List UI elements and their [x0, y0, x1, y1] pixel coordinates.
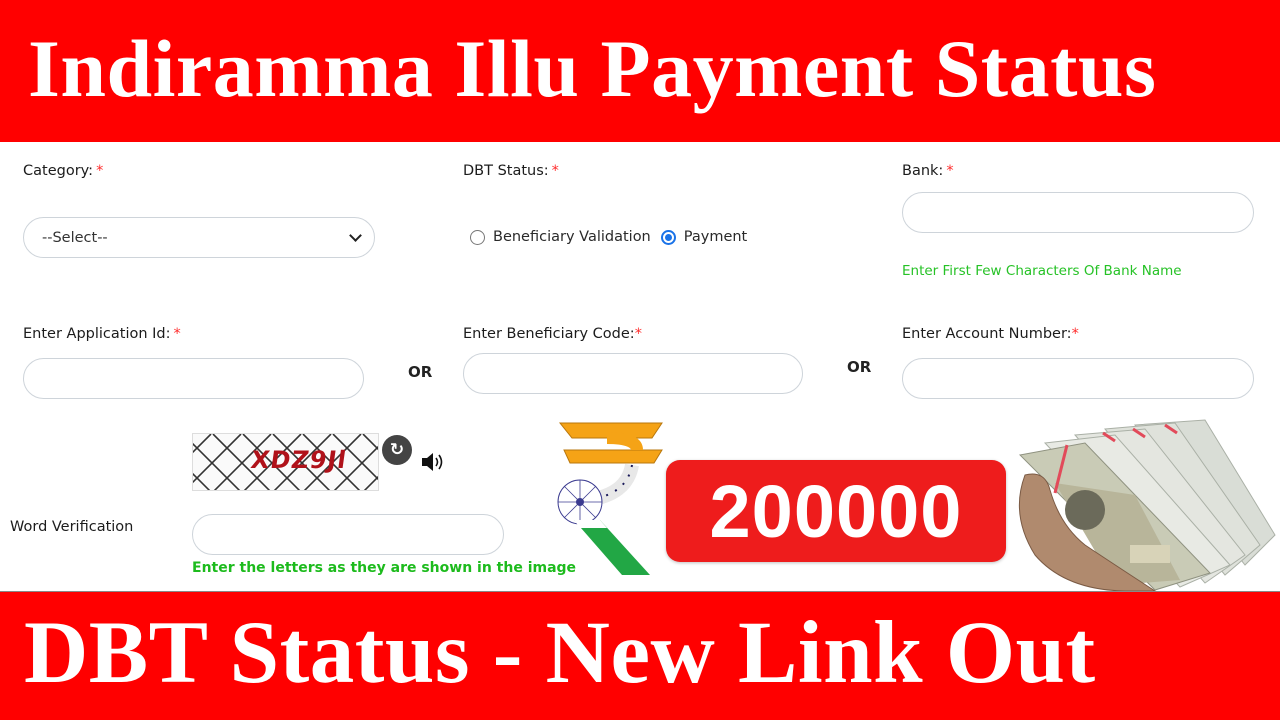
word-verification-input[interactable] — [192, 514, 504, 555]
required-mark: * — [634, 326, 642, 342]
beneficiary-code-label-text: Enter Beneficiary Code: — [463, 326, 635, 342]
required-mark: * — [1071, 326, 1079, 342]
required-mark: * — [946, 163, 954, 179]
amount-badge: 200000 — [666, 460, 1006, 562]
category-selected-value: --Select-- — [42, 229, 108, 246]
account-number-label: Enter Account Number:* — [902, 326, 1079, 342]
or-separator: OR — [847, 358, 872, 376]
word-verification-label: Word Verification — [10, 519, 134, 535]
application-id-label-text: Enter Application Id: — [23, 326, 171, 342]
radio-payment[interactable]: Payment — [660, 229, 748, 245]
dbt-status-radio-group: Beneficiary Validation Payment — [470, 229, 757, 245]
required-mark: * — [96, 163, 104, 179]
refresh-icon[interactable]: ↻ — [382, 435, 412, 465]
category-label-text: Category: — [23, 163, 94, 179]
rupee-icon — [557, 422, 663, 575]
or-separator: OR — [408, 363, 433, 381]
radio-label: Payment — [683, 229, 748, 245]
application-id-label: Enter Application Id: * — [23, 326, 181, 342]
page-title: Indiramma Illu Payment Status — [28, 23, 1157, 114]
category-select[interactable]: --Select-- — [23, 217, 375, 258]
category-label: Category: * — [23, 163, 103, 179]
bank-hint: Enter First Few Characters Of Bank Name — [902, 263, 1182, 279]
captcha-text: XDZ9Jl — [249, 446, 349, 474]
bank-input[interactable] — [902, 192, 1254, 233]
account-number-label-text: Enter Account Number: — [902, 326, 1072, 342]
footer-banner: DBT Status - New Link Out — [0, 591, 1280, 720]
dbt-status-label: DBT Status: * — [463, 163, 559, 179]
radio-label: Beneficiary Validation — [493, 229, 651, 245]
required-mark: * — [173, 326, 181, 342]
radio-beneficiary-validation[interactable]: Beneficiary Validation — [470, 229, 651, 245]
radio-button-unchecked[interactable] — [470, 229, 485, 245]
radio-button-checked[interactable] — [660, 229, 676, 245]
account-number-input[interactable] — [902, 358, 1254, 399]
captcha-image: XDZ9Jl — [192, 433, 379, 491]
beneficiary-code-label: Enter Beneficiary Code:* — [463, 326, 642, 342]
beneficiary-code-input[interactable] — [463, 353, 803, 394]
required-mark: * — [551, 163, 559, 179]
application-id-input[interactable] — [23, 358, 364, 399]
bank-label-text: Bank: — [902, 163, 944, 179]
dbt-status-label-text: DBT Status: — [463, 163, 549, 179]
footer-title: DBT Status - New Link Out — [24, 604, 1096, 702]
chevron-down-icon — [349, 228, 362, 242]
header-banner: Indiramma Illu Payment Status — [0, 0, 1280, 142]
word-verification-hint: Enter the letters as they are shown in t… — [192, 560, 577, 576]
cash-in-hand-image — [1018, 419, 1276, 591]
speaker-icon[interactable] — [420, 450, 446, 474]
bank-label: Bank: * — [902, 163, 954, 179]
